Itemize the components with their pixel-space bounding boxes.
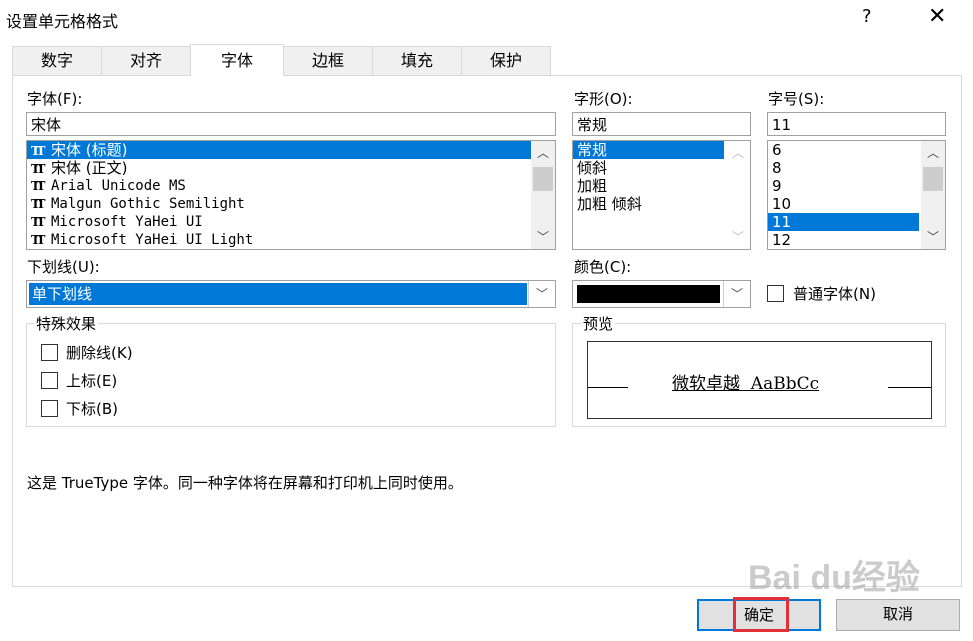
scroll-up-icon[interactable]: ︿ — [531, 143, 555, 163]
title-bar: 设置单元格格式 ? ✕ — [0, 0, 973, 38]
size-label: 字号(S): — [768, 90, 825, 108]
truetype-icon: TT — [31, 144, 45, 158]
style-list-scrollbar: ︿ ﹀ — [726, 141, 750, 249]
underline-value: 单下划线 — [29, 283, 527, 305]
preview-sample: 微软卓越 AaBbCc — [672, 374, 820, 394]
normal-font-label: 普通字体(N) — [793, 285, 876, 303]
style-list-item[interactable]: 倾斜 — [573, 159, 724, 177]
cancel-button[interactable]: 取消 — [836, 599, 960, 631]
size-input[interactable]: 11 — [767, 112, 946, 136]
size-list-item[interactable]: 12 — [768, 231, 919, 249]
font-list-item[interactable]: TT Malgun Gothic Semilight — [27, 195, 531, 213]
scroll-up-icon: ︿ — [731, 146, 744, 160]
info-text: 这是 TrueType 字体。同一种字体将在屏幕和打印机上同时使用。 — [27, 474, 463, 492]
style-list-item[interactable]: 加粗 倾斜 — [573, 195, 724, 213]
preview-legend: 预览 — [581, 313, 616, 334]
help-button[interactable]: ? — [862, 6, 872, 27]
underline-label: 下划线(U): — [27, 258, 100, 276]
scroll-thumb[interactable] — [533, 167, 553, 191]
size-list-scrollbar[interactable]: ︿ ﹀ — [921, 141, 945, 249]
style-list-item[interactable]: 常规 — [573, 141, 724, 159]
tab-alignment[interactable]: 对齐 — [101, 46, 191, 75]
size-list-item[interactable]: 11 — [768, 213, 919, 231]
color-label: 颜色(C): — [574, 258, 632, 276]
tab-strip: 数字 对齐 字体 边框 填充 保护 — [12, 44, 960, 76]
size-list-item[interactable]: 9 — [768, 177, 919, 195]
font-list-item[interactable]: TT 宋体 (正文) — [27, 159, 531, 177]
dialog-title: 设置单元格格式 — [6, 12, 119, 31]
size-list-item[interactable]: 10 — [768, 195, 919, 213]
preview-baseline-right — [888, 387, 931, 388]
scroll-thumb[interactable] — [923, 167, 943, 191]
preview-baseline-left — [588, 387, 628, 388]
underline-select[interactable]: 单下划线 ﹀ — [26, 280, 556, 308]
font-list-scrollbar[interactable]: ︿ ﹀ — [531, 141, 555, 249]
chevron-down-icon[interactable]: ﹀ — [723, 281, 750, 307]
font-list-item[interactable]: TT Arial Unicode MS — [27, 177, 531, 195]
chevron-down-icon[interactable]: ﹀ — [528, 281, 555, 307]
scroll-down-icon[interactable]: ﹀ — [531, 227, 555, 247]
tab-number[interactable]: 数字 — [12, 46, 102, 75]
watermark: Bai du经验 — [748, 559, 920, 597]
color-swatch — [577, 285, 720, 303]
font-input[interactable]: 宋体 — [26, 112, 556, 136]
tab-font[interactable]: 字体 — [190, 44, 284, 76]
tab-border[interactable]: 边框 — [283, 46, 373, 75]
style-list[interactable]: 常规 倾斜 加粗 加粗 倾斜 ︿ ﹀ — [572, 140, 751, 250]
subscript-label: 下标(B) — [66, 400, 118, 418]
tab-protection[interactable]: 保护 — [461, 46, 551, 75]
style-list-item[interactable]: 加粗 — [573, 177, 724, 195]
truetype-icon: TT — [31, 215, 45, 229]
effects-legend: 特殊效果 — [34, 313, 99, 334]
truetype-icon: TT — [31, 162, 45, 176]
style-label: 字形(O): — [574, 90, 633, 108]
font-list-item[interactable]: TT Microsoft YaHei UI Light — [27, 231, 531, 249]
scroll-down-icon[interactable]: ﹀ — [921, 227, 945, 247]
strikethrough-label: 删除线(K) — [66, 344, 133, 362]
font-list[interactable]: TT 宋体 (标题) TT 宋体 (正文) TT Arial Unicode MS T… — [26, 140, 556, 250]
color-select[interactable]: ﹀ — [572, 280, 751, 308]
truetype-icon: TT — [31, 233, 45, 247]
subscript-checkbox[interactable] — [41, 400, 58, 417]
truetype-icon: TT — [31, 197, 45, 211]
close-button[interactable]: ✕ — [928, 4, 946, 29]
scroll-up-icon[interactable]: ︿ — [921, 143, 945, 163]
size-list-item[interactable]: 6 — [768, 141, 919, 159]
strikethrough-checkbox[interactable] — [41, 344, 58, 361]
superscript-checkbox[interactable] — [41, 372, 58, 389]
superscript-label: 上标(E) — [66, 372, 118, 390]
tab-fill[interactable]: 填充 — [372, 46, 462, 75]
font-list-item[interactable]: TT Microsoft YaHei UI — [27, 213, 531, 231]
highlight-box — [733, 597, 789, 632]
font-list-item[interactable]: TT 宋体 (标题) — [27, 141, 531, 159]
normal-font-checkbox[interactable] — [767, 285, 784, 302]
style-input[interactable]: 常规 — [572, 112, 751, 136]
scroll-down-icon: ﹀ — [731, 230, 744, 244]
truetype-icon: TT — [31, 179, 45, 193]
size-list-item[interactable]: 8 — [768, 159, 919, 177]
size-list[interactable]: 6 8 9 10 11 12 ︿ ﹀ — [767, 140, 946, 250]
font-label: 字体(F): — [27, 90, 83, 108]
